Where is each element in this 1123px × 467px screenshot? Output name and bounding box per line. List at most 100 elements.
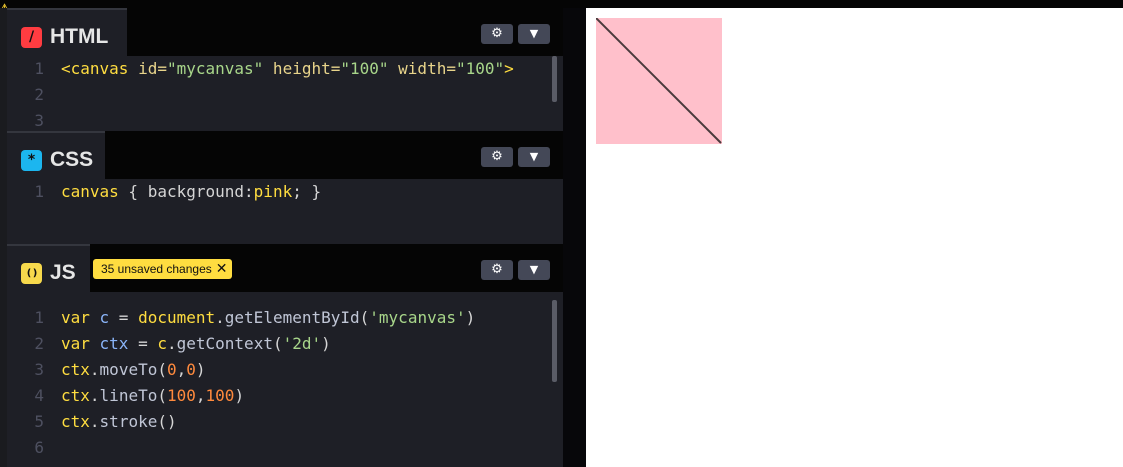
code-token: : [244,182,254,201]
code-token: > [504,59,514,78]
css-panel: * CSS ⚙ ▼ 1 canvas { background:pink; } [7,131,563,243]
css-collapse-button[interactable]: ▼ [518,147,550,167]
code-token: "100" [340,59,389,78]
code-token: , [176,360,187,379]
tab-js[interactable]: ( ) JS [7,244,90,292]
code-line[interactable]: 1 canvas { background:pink; } [7,179,563,205]
code-line[interactable]: 1 <canvas id="mycanvas" height="100" widt… [7,56,563,82]
code-token: ctx [99,334,129,353]
code-token: { [118,182,148,201]
chevron-down-icon: ▼ [529,263,539,276]
preview-pane [586,8,1123,467]
code-line[interactable]: 6 [7,435,563,461]
code-token: . [166,334,177,353]
tab-css-label: CSS [50,148,94,171]
js-panel: ( ) JS ⚙ ▼ 1 var c = document. getElementB… [7,244,563,467]
html-panel: / HTML ⚙ ▼ 1 <canvas id="mycanvas" height… [7,8,563,130]
code-token: height= [263,59,341,78]
code-token: c [99,308,110,327]
code-token: width= [388,59,456,78]
code-token: c [157,334,167,353]
code-token: . [89,360,100,379]
code-token: '2d' [282,334,322,353]
code-token: getElementById [224,308,360,327]
close-icon[interactable]: ✕ [216,259,228,279]
code-token: "100" [455,59,505,78]
slash-icon: / [21,27,42,48]
code-token: () [157,412,177,431]
css-panel-header: * CSS ⚙ ▼ [7,131,563,179]
left-gutter [0,8,7,467]
unsaved-changes-badge[interactable]: 35 unsaved changes ✕ [93,259,232,279]
line-number: 7 [7,461,44,467]
code-token: ( [157,386,167,405]
code-token: = [128,334,158,353]
css-settings-button[interactable]: ⚙ [481,147,513,167]
chevron-down-icon: ▼ [529,150,539,163]
code-token: ; } [292,182,322,201]
code-token: 0 [186,360,196,379]
code-token: getContext [176,334,273,353]
code-token: var [61,308,100,327]
code-token: pink [253,182,293,201]
code-token: , [195,386,206,405]
code-line[interactable]: 3 [7,108,563,130]
html-code-editor[interactable]: 1 <canvas id="mycanvas" height="100" widt… [7,56,563,130]
js-code-editor[interactable]: 1 var c = document.getElementById('mycanv… [7,305,563,467]
line-number: 3 [34,111,44,130]
code-line[interactable]: 2 var ctx = c.getContext('2d') [7,331,563,357]
resize-divider[interactable] [563,8,586,467]
chevron-down-icon: ▼ [529,27,539,40]
code-line[interactable]: 2 [7,82,563,108]
code-token: "mycanvas" [166,59,264,78]
code-token: ) [195,360,206,379]
code-line[interactable]: 5 ctx.stroke() [7,409,563,435]
line-number: 5 [34,412,44,431]
asterisk-icon: * [21,150,42,171]
code-line[interactable]: 4 ctx.lineTo(100,100) [7,383,563,409]
css-code-editor[interactable]: 1 canvas { background:pink; } [7,179,563,205]
line-number: 6 [34,438,44,457]
tab-css[interactable]: * CSS [7,131,105,179]
code-token: . [89,386,100,405]
code-token: var [61,334,100,353]
gear-icon: ⚙ [491,149,503,164]
code-token: stroke [99,412,158,431]
preview-canvas [596,18,722,144]
code-token: ctx [61,360,90,379]
js-settings-button[interactable]: ⚙ [481,260,513,280]
code-token: ) [234,386,245,405]
line-number: 1 [34,182,44,201]
code-line[interactable]: 3 ctx.moveTo(0,0) [7,357,563,383]
code-token: 100 [166,386,196,405]
js-panel-header: ( ) JS ⚙ ▼ [7,244,563,292]
editor-column: / HTML ⚙ ▼ 1 <canvas id="mycanvas" height… [7,8,563,467]
code-line[interactable]: 1 var c = document.getElementById('mycanv… [7,305,563,331]
code-line[interactable]: 7 [7,461,563,467]
code-token: ctx [61,386,90,405]
code-token: canvas [61,182,119,201]
code-token: = [109,308,139,327]
gear-icon: ⚙ [491,26,503,41]
code-token: ) [321,334,331,353]
js-collapse-button[interactable]: ▼ [518,260,550,280]
line-number: 1 [34,59,44,78]
html-collapse-button[interactable]: ▼ [518,24,550,44]
js-scrollbar[interactable] [552,300,557,382]
line-number: 4 [34,386,44,405]
code-token: ) [465,308,476,327]
html-settings-button[interactable]: ⚙ [481,24,513,44]
code-token: background [147,182,245,201]
tab-html[interactable]: / HTML [7,8,127,56]
unsaved-changes-label: 35 unsaved changes [101,262,212,276]
code-token: ( [359,308,370,327]
gear-icon: ⚙ [491,262,503,277]
code-token: 'mycanvas' [369,308,466,327]
line-number: 2 [34,334,44,353]
html-scrollbar[interactable] [552,56,557,102]
top-bar [0,0,1123,8]
code-token: id= [138,59,167,78]
code-token: document [138,308,216,327]
code-token: 0 [166,360,177,379]
line-number: 1 [34,308,44,327]
